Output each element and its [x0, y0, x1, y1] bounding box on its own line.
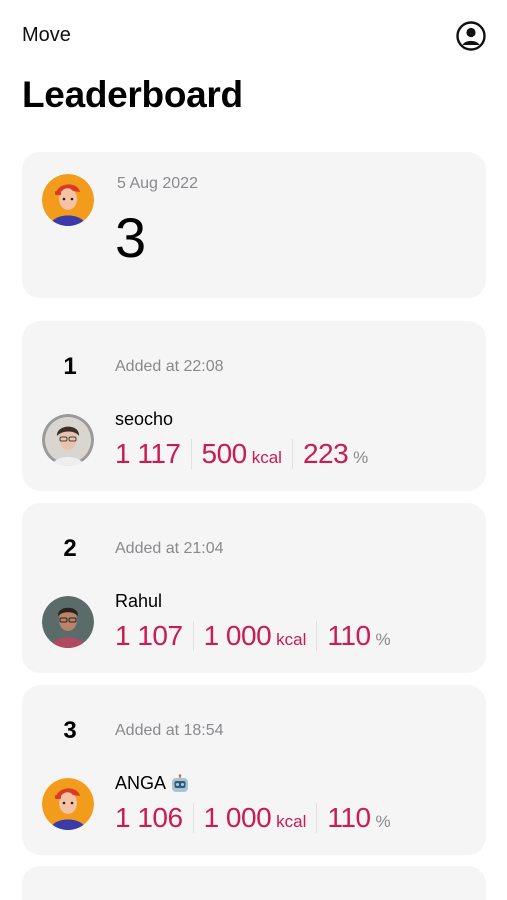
stat-kcal-unit: kcal [276, 630, 307, 649]
participant-stats: 1 107 1 000 kcal 110 % [115, 619, 391, 653]
summary-rank: 3 [115, 206, 147, 269]
stat-kcal: 1 000 [203, 802, 272, 833]
stat-divider [192, 621, 194, 651]
stat-score: 1 117 [115, 438, 181, 469]
leaderboard-row[interactable]: 2 Added at 21:04 Rahul 1 107 1 000 kcal … [22, 503, 486, 673]
leaderboard-row[interactable]: 3 Added at 18:54 ANGA 1 106 1 000 kcal 1… [22, 685, 486, 855]
stat-kcal: 1 000 [203, 620, 272, 651]
leaderboard-row[interactable]: 1 Added at 22:08 seocho 1 117 500 kcal 2… [22, 321, 486, 491]
added-time: Added at 22:08 [115, 358, 224, 375]
participant-name-text: seocho [115, 409, 174, 429]
participant-name: ANGA [115, 773, 190, 794]
top-bar: Move [22, 20, 487, 52]
added-time: Added at 21:04 [115, 540, 224, 557]
robot-emoji-icon [170, 773, 190, 794]
participant-stats: 1 106 1 000 kcal 110 % [115, 801, 391, 835]
stat-percent-unit: % [375, 812, 391, 831]
participant-name-text: Rahul [115, 591, 163, 611]
rank-number: 2 [63, 535, 77, 562]
avatar [42, 174, 94, 226]
rank-number: 3 [63, 717, 77, 744]
stat-kcal-unit: kcal [276, 812, 307, 831]
stat-divider [190, 439, 192, 469]
stat-kcal-group: 1 000 kcal [204, 802, 307, 834]
participant-name: Rahul [115, 591, 162, 612]
back-link-move[interactable]: Move [22, 24, 71, 47]
stat-percent-group: 223 % [303, 438, 368, 470]
avatar [42, 778, 94, 830]
stat-percent: 110 [327, 620, 371, 651]
stat-divider [316, 803, 318, 833]
participant-name: seocho [115, 409, 173, 430]
summary-date: 5 Aug 2022 [117, 175, 198, 192]
stat-percent: 110 [327, 802, 371, 833]
stat-divider [291, 439, 293, 469]
stat-percent-unit: % [353, 448, 369, 467]
avatar [42, 414, 94, 466]
stat-percent-unit: % [375, 630, 391, 649]
stat-percent-group: 110 % [327, 620, 390, 652]
stat-kcal-unit: kcal [251, 448, 282, 467]
page-title: Leaderboard [22, 74, 243, 115]
stat-percent: 223 [302, 438, 349, 469]
avatar [42, 596, 94, 648]
stat-score: 1 107 [115, 620, 183, 651]
participant-name-text: ANGA [115, 773, 167, 793]
stat-kcal-group: 1 000 kcal [204, 620, 307, 652]
stat-percent-group: 110 % [327, 802, 390, 834]
stat-kcal-group: 500 kcal [202, 438, 282, 470]
leaderboard-row-partial[interactable] [22, 866, 486, 900]
my-result-card[interactable]: 5 Aug 2022 3 [22, 152, 486, 298]
participant-stats: 1 117 500 kcal 223 % [115, 437, 368, 471]
stat-divider [316, 621, 318, 651]
stat-score: 1 106 [115, 802, 183, 833]
added-time: Added at 18:54 [115, 722, 224, 739]
stat-kcal: 500 [201, 438, 248, 469]
stat-divider [192, 803, 194, 833]
user-circle-icon[interactable] [455, 20, 487, 52]
rank-number: 1 [63, 353, 77, 380]
